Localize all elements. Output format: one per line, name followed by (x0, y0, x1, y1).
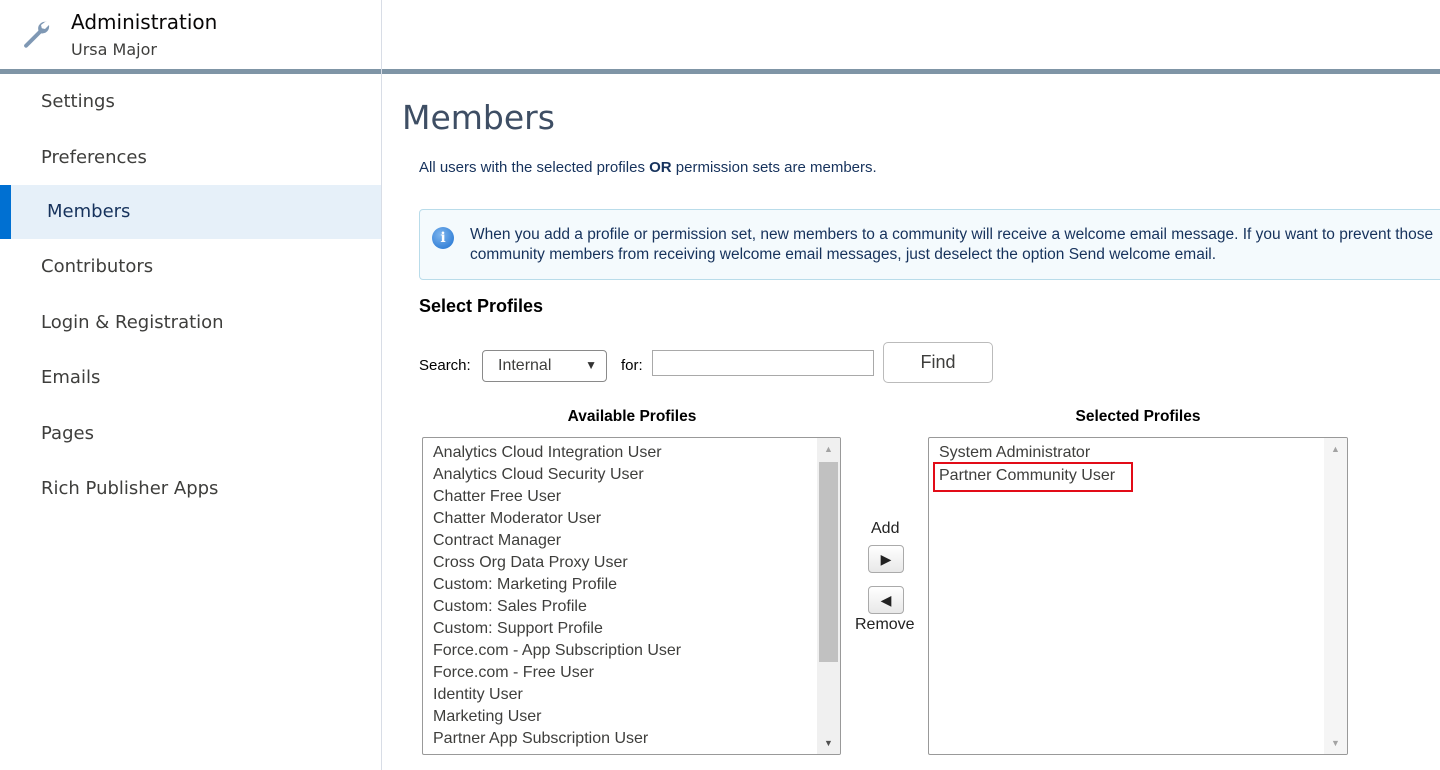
selected-profiles-header: Selected Profiles (1075, 408, 1201, 425)
list-item[interactable]: Custom: Marketing Profile (423, 574, 840, 596)
sidebar-item-rich-publisher-apps[interactable]: Rich Publisher Apps (0, 461, 381, 517)
add-label: Add (871, 520, 900, 537)
scrollbar-thumb[interactable] (819, 462, 838, 662)
search-label: Search: (419, 357, 471, 374)
list-item-label: Marketing User (433, 708, 542, 725)
list-item-label: Chatter Moderator User (433, 510, 602, 527)
scroll-up-icon[interactable]: ▲ (1324, 444, 1347, 454)
wrench-icon (24, 21, 50, 48)
search-scope-value: Internal (498, 357, 552, 374)
available-profiles-list[interactable]: Analytics Cloud Integration User Analytic… (422, 437, 841, 755)
list-item[interactable]: Custom: Support Profile (423, 618, 840, 640)
info-text: When you add a profile or permission set… (470, 226, 1434, 263)
intro-pre: All users with the selected profiles (419, 159, 650, 176)
for-label: for: (621, 357, 643, 374)
list-item-label: Chatter Free User (433, 488, 562, 505)
list-item[interactable]: Custom: Sales Profile (423, 596, 840, 618)
list-item[interactable]: Marketing User (423, 706, 840, 728)
list-item[interactable]: System Administrator (929, 442, 1347, 464)
remove-label: Remove (855, 616, 915, 633)
search-scope-select[interactable]: Internal ▼ (482, 350, 607, 382)
add-button[interactable]: ▶ (868, 545, 904, 573)
list-item-label: Analytics Cloud Security User (433, 466, 644, 483)
sidebar-item-pages[interactable]: Pages (0, 406, 381, 462)
list-item[interactable]: Identity User (423, 684, 840, 706)
arrow-left-icon: ◀ (880, 592, 892, 608)
list-item[interactable]: Force.com - App Subscription User (423, 640, 840, 662)
highlighted-list-item-label: Partner Community User (932, 462, 1134, 492)
info-banner: i When you add a profile or permission s… (419, 209, 1440, 280)
sidebar-item-login-registration[interactable]: Login & Registration (0, 295, 381, 351)
scrollbar[interactable]: ▲ ▼ (1324, 438, 1347, 754)
list-item[interactable]: Contract Manager (423, 530, 840, 552)
list-item-label: Cross Org Data Proxy User (433, 554, 628, 571)
dropdown-arrow-icon: ▼ (585, 358, 597, 372)
sidebar-item-preferences[interactable]: Preferences (0, 130, 381, 186)
intro-bold: OR (649, 159, 672, 176)
list-item[interactable]: Partner App Subscription User (423, 728, 840, 750)
sidebar-item-contributors[interactable]: Contributors (0, 239, 381, 295)
section-title: Select Profiles (419, 296, 544, 316)
page-title: Members (402, 98, 555, 137)
find-button[interactable]: Find (883, 342, 993, 383)
arrow-right-icon: ▶ (880, 551, 892, 567)
scroll-down-icon[interactable]: ▼ (1324, 738, 1347, 748)
list-item-label: Analytics Cloud Integration User (433, 444, 662, 461)
app-title: Administration (71, 10, 218, 34)
search-input[interactable] (652, 350, 874, 376)
list-item-label: Identity User (433, 686, 523, 703)
scroll-up-icon[interactable]: ▲ (817, 444, 840, 454)
remove-button[interactable]: ◀ (868, 586, 904, 614)
scroll-down-icon[interactable]: ▼ (817, 738, 840, 748)
app-subtitle: Ursa Major (71, 40, 157, 59)
list-item-label: System Administrator (939, 444, 1091, 461)
list-item[interactable]: Chatter Moderator User (423, 508, 840, 530)
sidebar-item-members[interactable]: Members (0, 185, 381, 239)
header: Administration Ursa Major (0, 0, 1440, 70)
main-content: Members All users with the selected prof… (382, 74, 1440, 770)
info-icon: i (432, 227, 454, 249)
scrollbar[interactable]: ▲ ▼ (817, 438, 840, 754)
list-item-label: Custom: Marketing Profile (433, 576, 618, 593)
list-item-label: Custom: Support Profile (433, 620, 603, 637)
sidebar-item-settings[interactable]: Settings (0, 74, 381, 130)
sidebar: Settings Preferences Members Contributor… (0, 74, 381, 517)
intro-text: All users with the selected profiles OR … (419, 159, 877, 176)
list-item[interactable]: Analytics Cloud Integration User (423, 442, 840, 464)
list-item[interactable]: Cross Org Data Proxy User (423, 552, 840, 574)
list-item-label: Force.com - App Subscription User (433, 642, 682, 659)
list-item-label: Partner App Subscription User (433, 730, 649, 747)
selected-profiles-list[interactable]: System Administrator Partner Community Us… (928, 437, 1348, 755)
list-item[interactable]: Analytics Cloud Security User (423, 464, 840, 486)
intro-post: permission sets are members. (671, 159, 877, 176)
list-item-label: Contract Manager (433, 532, 562, 549)
available-profiles-header: Available Profiles (567, 408, 697, 425)
list-item-label: Force.com - Free User (433, 664, 594, 681)
list-item-label: Custom: Sales Profile (433, 598, 587, 615)
list-item[interactable]: Chatter Free User (423, 486, 840, 508)
list-item[interactable]: Force.com - Free User (423, 662, 840, 684)
list-item[interactable]: Partner Community User (929, 462, 1347, 492)
sidebar-item-emails[interactable]: Emails (0, 350, 381, 406)
